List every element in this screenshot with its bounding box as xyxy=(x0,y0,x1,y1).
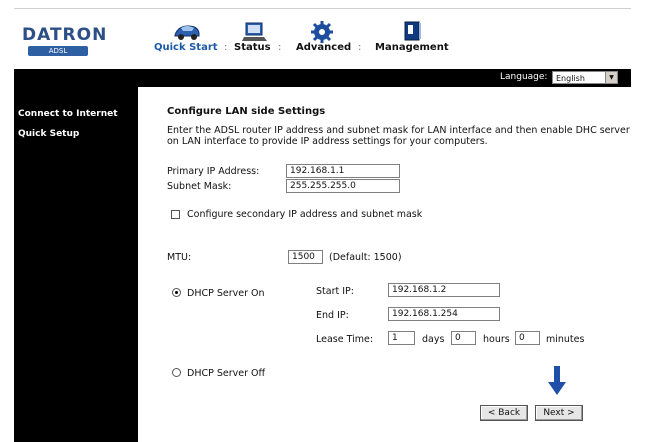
next-button[interactable]: Next > xyxy=(535,405,583,421)
secondary-ip-label: Configure secondary IP address and subne… xyxy=(187,209,423,220)
hours-label: hours xyxy=(483,334,510,345)
end-ip-input[interactable]: 192.168.1.254 xyxy=(388,307,500,321)
brand-name: DATRON xyxy=(22,25,108,45)
dhcp-on-radio[interactable] xyxy=(172,288,181,297)
nav-management[interactable]: Management xyxy=(375,42,449,53)
datron-logo: DATRON ADSL xyxy=(22,25,108,57)
mtu-default-text: (Default: 1500) xyxy=(329,252,402,263)
mtu-input[interactable]: 1500 xyxy=(288,250,323,264)
back-button[interactable]: < Back xyxy=(480,405,528,421)
sidebar-item-connect-to-internet[interactable]: Connect to Internet xyxy=(18,109,118,119)
main-panel: Configure LAN side Settings Enter the AD… xyxy=(138,87,631,442)
lease-hours-input[interactable]: 0 xyxy=(451,331,476,345)
nav-separator: : xyxy=(224,42,228,53)
primary-ip-label: Primary IP Address: xyxy=(167,166,260,177)
lease-minutes-input[interactable]: 0 xyxy=(515,331,540,345)
nav-separator: : xyxy=(358,42,362,53)
page-description: Enter the ADSL router IP address and sub… xyxy=(167,125,630,147)
nav-advanced[interactable]: Advanced xyxy=(296,42,351,53)
lease-days-input[interactable]: 1 xyxy=(388,331,415,345)
left-margin xyxy=(0,0,14,442)
dhcp-off-radio[interactable] xyxy=(172,368,181,377)
gear-icon[interactable] xyxy=(310,21,340,43)
monitor-icon[interactable] xyxy=(240,21,270,43)
car-icon[interactable] xyxy=(172,21,202,43)
book-icon[interactable] xyxy=(399,21,429,43)
language-bar: Language: English ▼ xyxy=(14,69,631,87)
nav-status[interactable]: Status xyxy=(234,42,271,53)
nav-separator: : xyxy=(278,42,282,53)
lease-time-label: Lease Time: xyxy=(316,334,374,345)
page-title: Configure LAN side Settings xyxy=(167,106,326,117)
arrow-down-icon xyxy=(547,366,567,396)
dhcp-off-label: DHCP Server Off xyxy=(187,368,266,379)
subnet-mask-label: Subnet Mask: xyxy=(167,181,232,192)
subnet-mask-input[interactable]: 255.255.255.0 xyxy=(286,179,400,193)
language-value: English xyxy=(556,74,585,83)
language-label: Language: xyxy=(500,72,548,82)
end-ip-label: End IP: xyxy=(316,310,349,321)
right-margin xyxy=(631,0,658,442)
chevron-down-icon[interactable]: ▼ xyxy=(605,72,617,83)
minutes-label: minutes xyxy=(546,334,585,345)
start-ip-label: Start IP: xyxy=(316,286,354,297)
days-label: days xyxy=(422,334,445,345)
mtu-label: MTU: xyxy=(167,252,192,263)
sidebar: Connect to Internet Quick Setup xyxy=(14,87,138,442)
nav-quick-start[interactable]: Quick Start xyxy=(154,42,218,53)
secondary-ip-checkbox[interactable] xyxy=(171,210,180,219)
brand-sub: ADSL xyxy=(28,46,88,56)
primary-ip-input[interactable]: 192.168.1.1 xyxy=(286,164,400,178)
language-select[interactable]: English ▼ xyxy=(552,71,618,84)
dhcp-on-label: DHCP Server On xyxy=(187,288,265,299)
sidebar-item-quick-setup[interactable]: Quick Setup xyxy=(18,129,79,139)
start-ip-input[interactable]: 192.168.1.2 xyxy=(388,283,500,297)
top-header: DATRON ADSL Quick Start : Status : Advan… xyxy=(14,8,631,70)
